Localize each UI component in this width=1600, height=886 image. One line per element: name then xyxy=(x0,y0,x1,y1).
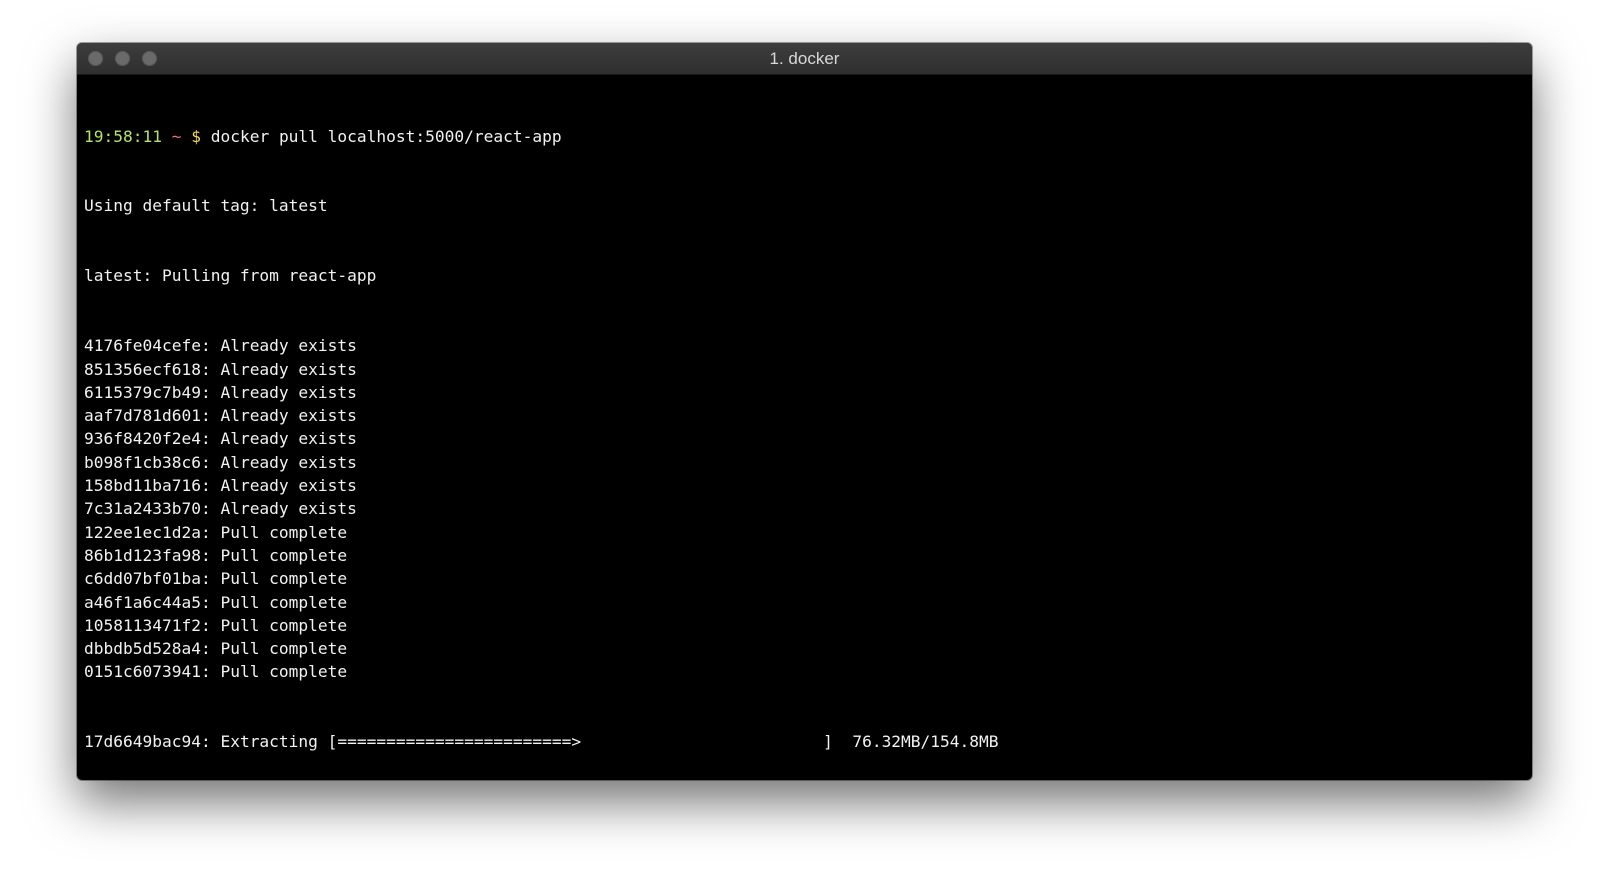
layer-id: 86b1d123fa98 xyxy=(84,545,201,565)
layer-line: 851356ecf618: Already exists xyxy=(84,359,357,379)
layer-status: Already exists xyxy=(220,359,357,379)
layer-status: Already exists xyxy=(220,452,357,472)
layer-status: Extracting xyxy=(220,732,318,752)
layer-extracting-line: 17d6649bac94: Extracting [==============… xyxy=(84,732,999,752)
layer-line: c6dd07bf01ba: Pull complete xyxy=(84,569,348,589)
layer-id: 158bd11ba716 xyxy=(84,476,201,496)
layer-line: 4176fe04cefe: Already exists xyxy=(84,336,357,356)
layer-id: c6dd07bf01ba xyxy=(84,569,201,589)
layer-line: 86b1d123fa98: Pull complete xyxy=(84,545,348,565)
layer-status: Already exists xyxy=(220,382,357,402)
layer-id: b098f1cb38c6 xyxy=(84,452,201,472)
layer-id: 6115379c7b49 xyxy=(84,382,201,402)
layer-id: 1058113471f2 xyxy=(84,615,201,635)
layer-line: 122ee1ec1d2a: Pull complete xyxy=(84,522,348,542)
terminal-window[interactable]: 1. docker 19:58:11 ~ $ docker pull local… xyxy=(77,43,1532,780)
layer-status: Pull complete xyxy=(220,522,348,542)
layer-line: 936f8420f2e4: Already exists xyxy=(84,429,357,449)
layer-id: 17d6649bac94 xyxy=(84,732,201,752)
title-bar[interactable]: 1. docker xyxy=(77,43,1532,75)
layer-status: Pull complete xyxy=(220,615,348,635)
layer-line: 7c31a2433b70: Already exists xyxy=(84,499,357,519)
layer-status: Pull complete xyxy=(220,639,348,659)
layer-line: a46f1a6c44a5: Pull complete xyxy=(84,592,348,612)
layer-line: 158bd11ba716: Already exists xyxy=(84,476,357,496)
layer-id: aaf7d781d601 xyxy=(84,406,201,426)
layer-line: aaf7d781d601: Already exists xyxy=(84,406,357,426)
prompt-directory: ~ xyxy=(171,126,182,146)
layer-line: 1058113471f2: Pull complete xyxy=(84,615,348,635)
progress-bar-fill: ========================> xyxy=(337,732,582,752)
layer-status: Already exists xyxy=(220,336,357,356)
window-title: 1. docker xyxy=(769,49,840,68)
layer-line: b098f1cb38c6: Already exists xyxy=(84,452,357,472)
progress-bar-open: [ xyxy=(327,732,338,752)
layer-id: dbbdb5d528a4 xyxy=(84,639,201,659)
layer-status: Pull complete xyxy=(220,662,348,682)
layer-id: a46f1a6c44a5 xyxy=(84,592,201,612)
layer-list: 4176fe04cefe: Already exists 851356ecf618… xyxy=(84,334,1525,683)
command-text: docker pull localhost:5000/react-app xyxy=(210,126,562,146)
layer-id: 122ee1ec1d2a xyxy=(84,522,201,542)
progress-bar-close: ] xyxy=(823,732,833,752)
layer-id: 936f8420f2e4 xyxy=(84,429,201,449)
layer-id: 851356ecf618 xyxy=(84,359,201,379)
layer-id: 7c31a2433b70 xyxy=(84,499,201,519)
layer-line: 0151c6073941: Pull complete xyxy=(84,662,348,682)
prompt-line: 19:58:11 ~ $ docker pull localhost:5000/… xyxy=(84,125,1525,148)
layer-status: Already exists xyxy=(220,476,357,496)
prompt-symbol: $ xyxy=(191,126,201,146)
layer-line: 6115379c7b49: Already exists xyxy=(84,382,357,402)
layer-status: Pull complete xyxy=(220,592,348,612)
layer-status: Already exists xyxy=(220,406,357,426)
progress-text: 76.32MB/154.8MB xyxy=(852,732,999,752)
terminal-output[interactable]: 19:58:11 ~ $ docker pull localhost:5000/… xyxy=(84,78,1525,780)
layer-id: 0151c6073941 xyxy=(84,662,201,682)
layer-status: Already exists xyxy=(220,429,357,449)
layer-line: dbbdb5d528a4: Pull complete xyxy=(84,639,348,659)
output-line-pulling: latest: Pulling from react-app xyxy=(84,266,377,286)
prompt-time: 19:58:11 xyxy=(84,126,162,146)
layer-status: Pull complete xyxy=(220,569,348,589)
layer-id: 4176fe04cefe xyxy=(84,336,201,356)
layer-status: Pull complete xyxy=(220,545,348,565)
output-line-tag: Using default tag: latest xyxy=(84,196,328,216)
layer-status: Already exists xyxy=(220,499,357,519)
